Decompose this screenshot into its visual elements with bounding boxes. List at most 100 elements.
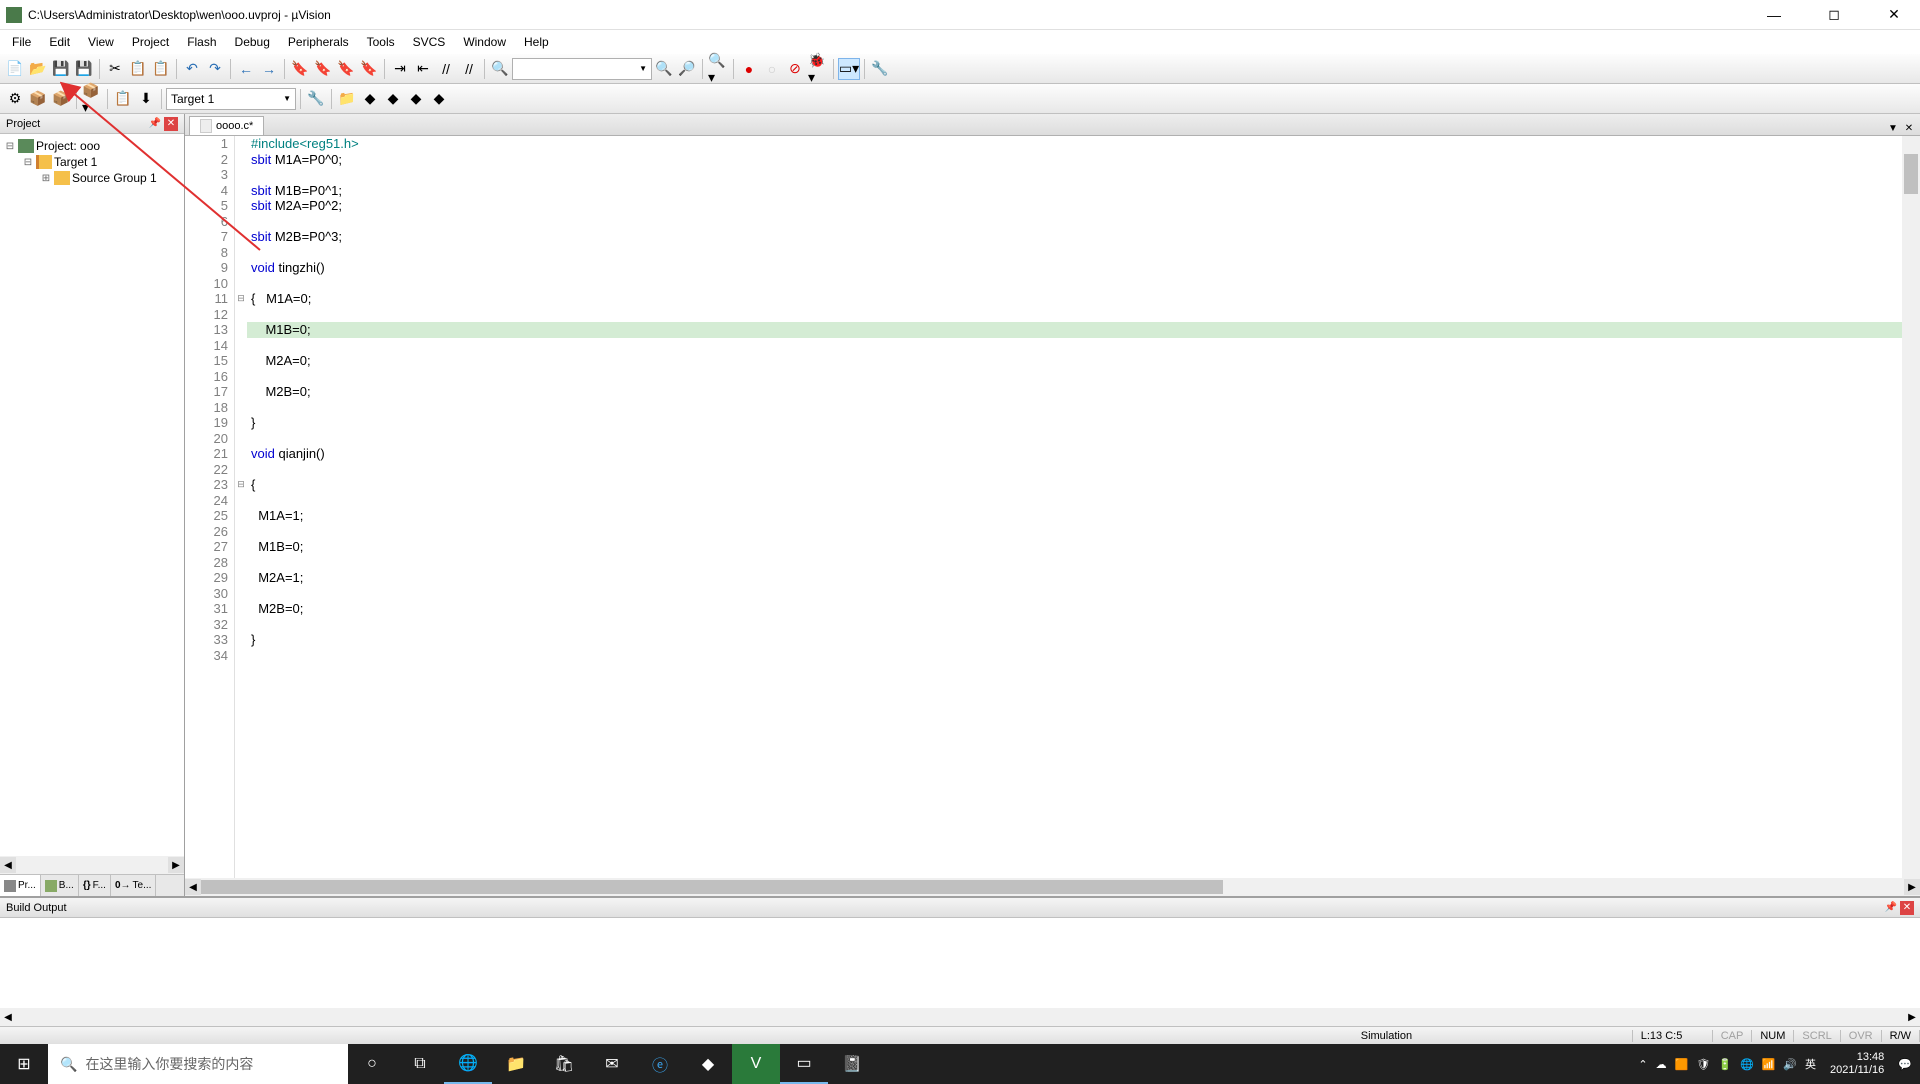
project-tree[interactable]: ⊟Project: ooo ⊟Target 1 ⊞Source Group 1 [0,134,184,856]
redo-icon[interactable]: ↷ [204,58,226,80]
target-options-icon[interactable]: 🔧 [305,88,327,110]
code-editor[interactable]: 1234567891011121314151617181920212223242… [185,136,1920,878]
editor-tab[interactable]: oooo.c* [189,116,264,135]
bookmark-icon[interactable]: 🔖 [289,58,311,80]
menu-file[interactable]: File [4,32,39,52]
breakpoint-icon[interactable]: ● [738,58,760,80]
tree-target[interactable]: ⊟Target 1 [4,154,180,170]
build-target-icon[interactable]: 📦▾ [81,88,103,110]
bookmark-next-icon[interactable]: 🔖 [335,58,357,80]
find-in-files-icon[interactable]: 🔍 [489,58,511,80]
project-tab-functions[interactable]: {}F... [79,875,111,896]
pin-icon[interactable]: 📌 [148,117,162,131]
build-hscroll[interactable]: ◀ ▶ [0,1008,1920,1026]
manage-icon[interactable]: ◆ [359,88,381,110]
tray-chevron-icon[interactable]: ⌃ [1638,1058,1647,1071]
explorer-icon[interactable]: 📁 [492,1044,540,1084]
indent-icon[interactable]: ⇥ [389,58,411,80]
fold-gutter[interactable]: ⊟⊟ [235,136,247,878]
edge-icon[interactable]: 🌐 [444,1044,492,1084]
save-all-icon[interactable]: 💾 [73,58,95,80]
menu-svcs[interactable]: SVCS [405,32,454,52]
find-icon[interactable]: 🔍 [653,58,675,80]
menu-peripherals[interactable]: Peripherals [280,32,357,52]
breakpoint-kill-icon[interactable]: ⊘ [784,58,806,80]
taskbar-search[interactable]: 🔍 在这里输入你要搜索的内容 [48,1044,348,1084]
uvision-taskbar-icon[interactable]: ▭ [780,1044,828,1084]
app-icon-2[interactable]: V [732,1044,780,1084]
window-layout-icon[interactable]: ▭▾ [838,58,860,80]
tray-volume-icon[interactable]: 🔊 [1783,1058,1797,1071]
project-tab-templates[interactable]: 0→Te... [111,875,156,896]
outdent-icon[interactable]: ⇤ [412,58,434,80]
notepad-icon[interactable]: 📓 [828,1044,876,1084]
tray-battery-icon[interactable]: 🔋 [1718,1058,1732,1071]
nav-fwd-icon[interactable]: → [258,58,280,80]
store-icon[interactable]: 🛍 [540,1044,588,1084]
menu-view[interactable]: View [80,32,122,52]
menu-project[interactable]: Project [124,32,177,52]
system-tray[interactable]: ⌃ ☁ 🟧 🛡 🔋 🌐 📶 🔊 英 13:48 2021/11/16 💬 [1630,1051,1920,1077]
paste-icon[interactable]: 📋 [150,58,172,80]
find-combo[interactable]: ▼ [512,58,652,80]
configure-icon[interactable]: 🔧 [869,58,891,80]
menu-flash[interactable]: Flash [179,32,224,52]
incremental-find-icon[interactable]: 🔎 [676,58,698,80]
tray-clock[interactable]: 13:48 2021/11/16 [1824,1051,1890,1077]
app-icon-1[interactable]: ◆ [684,1044,732,1084]
open-file-icon[interactable]: 📂 [27,58,49,80]
tray-network-icon[interactable]: 🌐 [1740,1058,1754,1071]
breakpoint-list-icon[interactable]: 🐞▾ [807,58,829,80]
tray-security-icon[interactable]: 🛡 [1696,1058,1710,1071]
menu-tools[interactable]: Tools [359,32,403,52]
pin-icon[interactable]: 📌 [1884,901,1898,915]
tree-group[interactable]: ⊞Source Group 1 [4,170,180,186]
translate-icon[interactable]: ⚙ [4,88,26,110]
debug-icon[interactable]: 🔍▾ [707,58,729,80]
batch-build-icon[interactable]: 📋 [112,88,134,110]
tray-onedrive-icon[interactable]: ☁ [1656,1058,1667,1071]
nav-back-icon[interactable]: ← [235,58,257,80]
save-icon[interactable]: 💾 [50,58,72,80]
task-view-icon[interactable]: ⧉ [396,1044,444,1084]
build-icon[interactable]: 📦 [27,88,49,110]
tray-ime[interactable]: 英 [1805,1056,1816,1072]
new-file-icon[interactable]: 📄 [4,58,26,80]
maximize-button[interactable]: ◻ [1814,1,1854,29]
cut-icon[interactable]: ✂ [104,58,126,80]
project-tab-project[interactable]: Pr... [0,875,41,896]
manage3-icon[interactable]: ◆ [405,88,427,110]
file-ext-icon[interactable]: 📁 [336,88,358,110]
stop-build-icon[interactable]: ⬇ [135,88,157,110]
tab-close-icon[interactable]: ✕ [1902,121,1916,135]
copy-icon[interactable]: 📋 [127,58,149,80]
manage2-icon[interactable]: ◆ [382,88,404,110]
undo-icon[interactable]: ↶ [181,58,203,80]
manage4-icon[interactable]: ◆ [428,88,450,110]
target-select[interactable]: Target 1▼ [166,88,296,110]
project-tab-books[interactable]: B... [41,875,79,896]
tray-app-icon[interactable]: 🟧 [1675,1058,1689,1071]
tree-root[interactable]: ⊟Project: ooo [4,138,180,154]
build-output-text[interactable] [0,918,1920,1008]
cortana-icon[interactable]: ○ [348,1044,396,1084]
source-text[interactable]: #include<reg51.h>sbit M1A=P0^0;sbit M1B=… [247,136,1902,878]
menu-debug[interactable]: Debug [227,32,278,52]
tab-dropdown-icon[interactable]: ▼ [1886,121,1900,135]
close-button[interactable]: ✕ [1874,1,1914,29]
start-button[interactable]: ⊞ [0,1044,48,1084]
bookmark-clear-icon[interactable]: 🔖 [358,58,380,80]
bookmark-prev-icon[interactable]: 🔖 [312,58,334,80]
menu-help[interactable]: Help [516,32,557,52]
mail-icon[interactable]: ✉ [588,1044,636,1084]
tray-notifications-icon[interactable]: 💬 [1898,1058,1912,1071]
ie-icon[interactable]: ⓔ [636,1044,684,1084]
editor-vscroll[interactable] [1902,136,1920,878]
menu-window[interactable]: Window [455,32,514,52]
rebuild-icon[interactable]: 📦 [50,88,72,110]
comment-icon[interactable]: // [435,58,457,80]
menu-edit[interactable]: Edit [41,32,78,52]
project-hscroll[interactable]: ◀▶ [0,856,184,874]
tray-wifi-icon[interactable]: 📶 [1762,1058,1776,1071]
panel-close-icon[interactable]: ✕ [164,117,178,131]
